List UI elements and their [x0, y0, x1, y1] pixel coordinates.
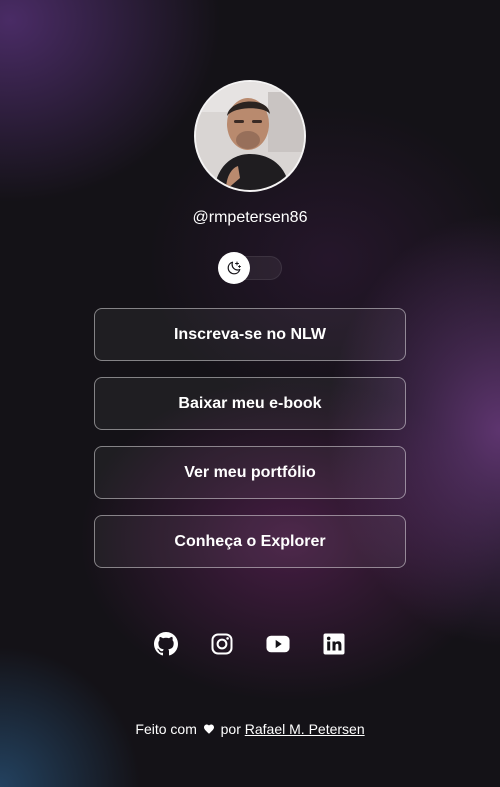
profile: @rmpetersen86	[0, 80, 500, 228]
page-container: @rmpetersen86 Inscreva-se no NLW Baixar …	[0, 0, 500, 787]
profile-handle: @rmpetersen86	[192, 209, 308, 226]
portfolio-link[interactable]: Ver meu portfólio	[94, 446, 406, 499]
link-item: Inscreva-se no NLW	[94, 308, 406, 361]
instagram-icon[interactable]	[210, 628, 234, 660]
explorer-link[interactable]: Conheça o Explorer	[94, 515, 406, 568]
link-item: Ver meu portfólio	[94, 446, 406, 499]
github-icon[interactable]	[154, 628, 178, 660]
moon-stars-icon	[227, 261, 241, 275]
theme-toggle-knob[interactable]	[218, 252, 250, 284]
link-item: Baixar meu e-book	[94, 377, 406, 430]
link-item: Conheça o Explorer	[94, 515, 406, 568]
link-list: Inscreva-se no NLW Baixar meu e-book Ver…	[94, 308, 406, 584]
heart-icon	[203, 721, 215, 739]
footer: Feito com por Rafael M. Petersen	[0, 720, 500, 739]
social-links	[0, 628, 500, 660]
ebook-download-link[interactable]: Baixar meu e-book	[94, 377, 406, 430]
footer-by: por	[220, 721, 241, 737]
footer-made-with: Feito com	[135, 721, 197, 737]
avatar-photo	[196, 82, 304, 190]
linkedin-icon[interactable]	[322, 628, 346, 660]
author-link[interactable]: Rafael M. Petersen	[245, 721, 365, 737]
youtube-icon[interactable]	[266, 628, 290, 660]
avatar	[194, 80, 306, 192]
theme-toggle[interactable]	[218, 252, 282, 284]
nlw-signup-link[interactable]: Inscreva-se no NLW	[94, 308, 406, 361]
